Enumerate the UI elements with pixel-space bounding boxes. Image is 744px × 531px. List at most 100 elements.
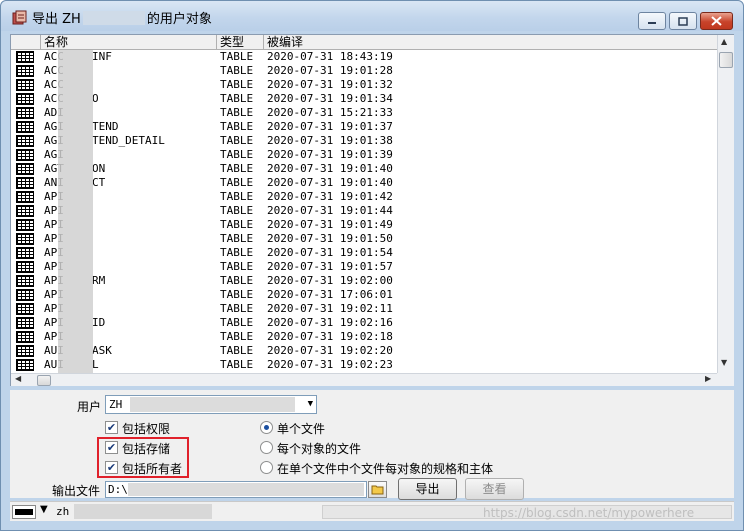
vertical-scroll-thumb[interactable] [719,52,733,68]
table-row[interactable]: AGI TEND TABLE 2020-07-31 19:01:37 [11,120,717,134]
table-row[interactable]: AGI TEND_DETAIL TABLE 2020-07-31 19:01:38 [11,134,717,148]
spec-body-radio[interactable] [260,461,273,474]
cell-type: TABLE [220,288,254,301]
table-row[interactable]: API TABLE 2020-07-31 19:01:57 [11,260,717,274]
cell-compiled: 2020-07-31 19:01:50 [267,232,393,245]
table-row[interactable]: ADI TABLE 2020-07-31 15:21:33 [11,106,717,120]
cell-compiled: 2020-07-31 19:02:18 [267,330,393,343]
table-row[interactable]: API ID TABLE 2020-07-31 19:02:16 [11,316,717,330]
maximize-button[interactable] [669,12,697,30]
cell-type: TABLE [220,92,254,105]
table-icon [16,51,34,63]
view-button[interactable]: 查看 [465,478,524,500]
cell-type: TABLE [220,232,254,245]
table-row[interactable]: API TABLE 2020-07-31 19:01:54 [11,246,717,260]
horizontal-scroll-thumb[interactable] [37,375,51,386]
cell-type: TABLE [220,260,254,273]
cell-type: TABLE [220,274,254,287]
chevron-down-icon[interactable]: ▼ [308,396,313,413]
include-privileges-label[interactable]: 包括权限 [122,420,170,437]
table-row[interactable]: ACC O TABLE 2020-07-31 19:01:34 [11,92,717,106]
table-row[interactable]: API TABLE 2020-07-31 19:01:50 [11,232,717,246]
scroll-up-icon[interactable]: ▲ [721,37,727,46]
table-row[interactable]: AUI L TABLE 2020-07-31 19:02:23 [11,358,717,372]
browse-folder-button[interactable] [368,481,387,498]
cell-compiled: 2020-07-31 19:01:32 [267,78,393,91]
table-row[interactable]: API TABLE 2020-07-31 19:01:44 [11,204,717,218]
table-row[interactable]: AGI TABLE 2020-07-31 19:01:39 [11,148,717,162]
cell-compiled: 2020-07-31 19:01:39 [267,148,393,161]
single-file-label[interactable]: 单个文件 [277,420,325,437]
cell-compiled: 2020-07-31 19:02:00 [267,274,393,287]
export-user-objects-window: 导出 ZH 的用户对象 名称 类型 被编译 ACC INF TABLE 2020-07-… [0,0,744,531]
table-icon [16,205,34,217]
output-file-label: 输出文件 [52,484,101,498]
column-header-compiled[interactable]: 被编译 [264,35,717,50]
cell-name-tail: TEND [92,120,119,133]
cell-type: TABLE [220,246,254,259]
user-select[interactable]: ZH ▼ [105,395,317,414]
cell-name-tail: TEND_DETAIL [92,134,165,147]
table-row[interactable]: ACC TABLE 2020-07-31 19:01:28 [11,64,717,78]
connection-label: zh [56,505,70,518]
table-row[interactable]: API TABLE 2020-07-31 19:02:18 [11,330,717,344]
table-row[interactable]: ACC INF TABLE 2020-07-31 18:43:19 [11,50,717,64]
cell-type: TABLE [220,148,254,161]
export-app-icon [12,10,27,25]
vertical-scrollbar[interactable]: ▲ ▼ [717,35,734,373]
cell-compiled: 2020-07-31 15:21:33 [267,106,393,119]
table-row[interactable]: AGT ON TABLE 2020-07-31 19:01:40 [11,162,717,176]
window-title-suffix: 的用户对象 [146,12,212,27]
file-per-object-radio[interactable] [260,441,273,454]
title-bar[interactable]: 导出 ZH 的用户对象 [1,1,743,31]
minimize-button[interactable] [638,12,666,30]
cell-compiled: 2020-07-31 19:01:57 [267,260,393,273]
cell-compiled: 2020-07-31 19:01:44 [267,204,393,217]
scroll-right-icon[interactable]: ▶ [705,374,711,383]
objects-table[interactable]: 名称 类型 被编译 ACC INF TABLE 2020-07-31 18:43:19… [10,34,734,386]
spec-body-label[interactable]: 在单个文件中个文件每对象的规格和主体 [277,460,493,477]
cell-compiled: 2020-07-31 19:01:42 [267,190,393,203]
table-icon [16,79,34,91]
single-file-radio[interactable] [260,421,273,434]
cell-name-tail: ON [92,162,106,175]
cell-type: TABLE [220,330,254,343]
cell-compiled: 2020-07-31 19:01:49 [267,218,393,231]
cell-compiled: 2020-07-31 19:02:11 [267,302,393,315]
column-header-type[interactable]: 类型 [217,35,264,50]
highlight-box [97,437,189,478]
table-row[interactable]: ACC TABLE 2020-07-31 19:01:32 [11,78,717,92]
color-swatch[interactable] [12,505,36,519]
table-row[interactable]: API RM TABLE 2020-07-31 19:02:00 [11,274,717,288]
table-row[interactable]: AUI ASK TABLE 2020-07-31 19:02:20 [11,344,717,358]
file-per-object-label[interactable]: 每个对象的文件 [277,440,361,457]
table-body: ACC INF TABLE 2020-07-31 18:43:19 ACC TABLE 20… [11,50,717,373]
cell-compiled: 2020-07-31 19:01:54 [267,246,393,259]
scroll-down-icon[interactable]: ▼ [721,358,727,367]
redacted-region [128,483,364,496]
table-row[interactable]: ANI CT TABLE 2020-07-31 19:01:40 [11,176,717,190]
table-row[interactable]: API TABLE 2020-07-31 19:01:42 [11,190,717,204]
user-label: 用户 [77,400,102,414]
cell-type: TABLE [220,316,254,329]
chevron-down-icon[interactable]: ▼ [40,504,48,515]
close-button[interactable] [700,12,733,30]
table-header: 名称 类型 被编译 [11,35,717,50]
cell-type: TABLE [220,106,254,119]
include-privileges-checkbox[interactable]: ✔ [105,421,118,434]
table-row[interactable]: API TABLE 2020-07-31 19:02:11 [11,302,717,316]
scroll-left-icon[interactable]: ◀ [15,374,21,383]
cell-compiled: 2020-07-31 19:01:38 [267,134,393,147]
output-file-input[interactable]: D:\ [105,481,367,498]
table-row[interactable]: API TABLE 2020-07-31 17:06:01 [11,288,717,302]
header-icon-column [11,35,41,50]
cell-name-tail: ASK [92,344,112,357]
column-header-name[interactable]: 名称 [41,35,217,50]
table-row[interactable]: API TABLE 2020-07-31 19:01:49 [11,218,717,232]
export-button[interactable]: 导出 [398,478,457,500]
cell-name-tail: INF [92,50,112,63]
cell-compiled: 2020-07-31 19:01:40 [267,162,393,175]
output-file-value: D:\ [108,483,128,496]
table-icon [16,163,34,175]
horizontal-scrollbar[interactable]: ◀ ▶ [11,373,717,386]
